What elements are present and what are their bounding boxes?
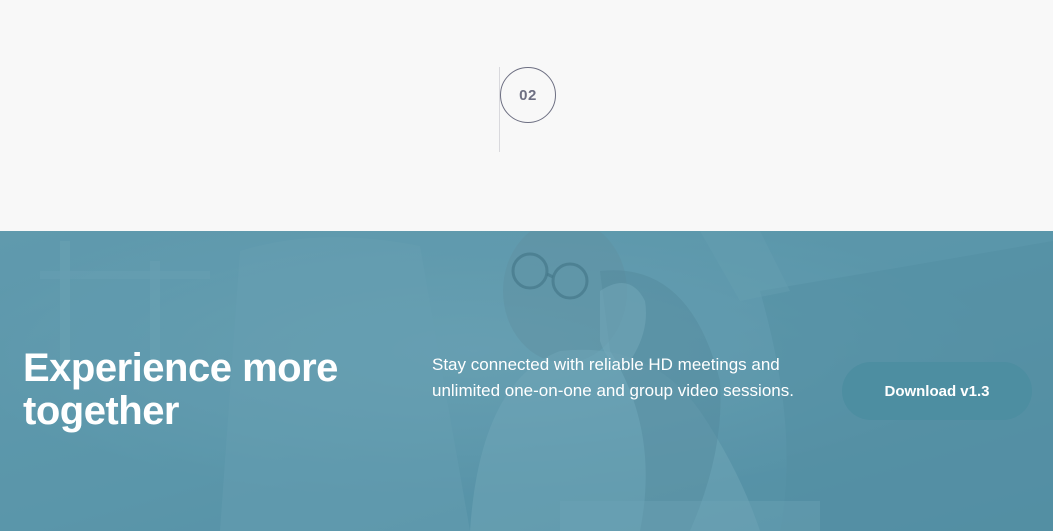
download-button[interactable]: Download v1.3 bbox=[842, 362, 1032, 420]
step-divider-line bbox=[499, 67, 500, 152]
top-section: 02 bbox=[0, 0, 1053, 231]
hero-description: Stay connected with reliable HD meetings… bbox=[432, 355, 794, 400]
hero-title: Experience more together bbox=[23, 346, 338, 433]
hero-banner: Experience more together Stay connected … bbox=[0, 231, 1053, 531]
step-number: 02 bbox=[519, 86, 537, 104]
step-number-badge: 02 bbox=[500, 67, 556, 123]
